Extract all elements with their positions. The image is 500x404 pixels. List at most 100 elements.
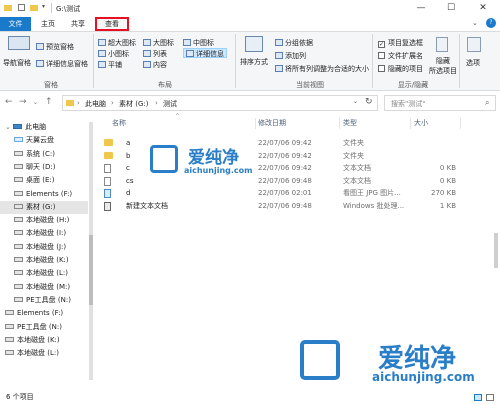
pane-group-label: 窗格 <box>44 81 58 89</box>
nav-item[interactable]: Elements (F:) <box>0 188 88 201</box>
nav-item[interactable]: 本地磁盘 (M:) <box>0 281 88 294</box>
forward-icon[interactable]: → <box>19 97 27 107</box>
column-type[interactable]: 类型 <box>343 117 357 130</box>
file-type: Windows 批处理... <box>343 201 405 210</box>
nav-item[interactable]: PE工具盘 (N:) <box>0 321 88 334</box>
file-row[interactable]: cs 22/07/06 09:48 文本文档 0 KB <box>100 175 460 187</box>
collapse-ribbon-icon[interactable]: ⌄ <box>472 19 478 27</box>
help-icon[interactable]: ? <box>486 18 496 28</box>
file-row[interactable]: 新建文本文档 22/07/06 09:48 Windows 批处理... 1 KB <box>100 200 460 212</box>
nav-item[interactable]: 本地磁盘 (L:) <box>0 347 88 360</box>
nav-scrollbar-thumb[interactable] <box>89 235 93 305</box>
nav-item[interactable]: 素材 (G:) <box>0 200 88 214</box>
minimize-button[interactable]: — <box>410 0 432 17</box>
breadcrumb-folder[interactable]: 测试 <box>163 99 177 109</box>
column-name[interactable]: 名称 <box>112 117 126 130</box>
nav-item-label: 此电脑 <box>25 123 47 131</box>
details-option[interactable]: 详细信息 <box>183 48 227 58</box>
item-checkbox-option[interactable]: ✓ 项目复选框 <box>378 38 423 48</box>
file-ext-option[interactable]: 文件扩展名 <box>378 51 423 61</box>
tab-file[interactable]: 文件 <box>0 17 31 31</box>
xl-icons-option[interactable]: 超大图标 <box>98 38 136 48</box>
nav-item[interactable]: 本地磁盘 (I:) <box>0 227 88 240</box>
content-option[interactable]: 内容 <box>143 60 167 70</box>
drive-icon <box>14 283 23 289</box>
nav-item[interactable]: ⌄ 此电脑 <box>0 121 88 134</box>
quick-access-checkbox-icon[interactable] <box>18 4 25 11</box>
nav-item-label: 本地磁盘 (H:) <box>26 216 70 225</box>
image-file-icon <box>104 189 111 198</box>
sort-button[interactable]: 排序方式 <box>240 57 268 67</box>
breadcrumb-sep: › <box>77 99 80 107</box>
back-icon[interactable]: ← <box>5 97 13 107</box>
nav-item[interactable]: 系统 (C:) <box>0 148 88 161</box>
nav-item[interactable]: 桌面 (E:) <box>0 174 88 187</box>
content-scrollbar[interactable] <box>494 233 498 268</box>
recent-dropdown-icon[interactable]: ⌄ <box>33 99 38 106</box>
file-size: 0 KB <box>439 164 456 172</box>
refresh-icon[interactable]: ↻ <box>365 97 373 107</box>
nav-item[interactable]: 本地磁盘 (J:) <box>0 241 88 254</box>
list-option[interactable]: 列表 <box>143 49 167 59</box>
drive-icon <box>14 270 23 276</box>
large-icons-view-icon[interactable] <box>486 394 494 401</box>
nav-item[interactable]: 天翼云盘 <box>0 134 88 147</box>
nav-item[interactable]: 本地磁盘 (L:) <box>0 267 88 280</box>
fit-columns-button[interactable]: 将所有列调整为合适的大小 <box>275 64 369 74</box>
folder-icon <box>4 5 12 11</box>
close-button[interactable]: ✕ <box>472 0 494 17</box>
file-row[interactable]: c 22/07/06 09:42 文本文档 0 KB <box>100 162 460 174</box>
search-input[interactable]: 搜索"测试" <box>391 99 425 109</box>
drive-icon <box>14 257 23 262</box>
nav-item[interactable]: 本地磁盘 (K:) <box>0 254 88 267</box>
search-box[interactable]: 搜索"测试" ⌕ <box>384 95 496 111</box>
address-bar[interactable]: › 此电脑 › 素材 (G:) › 测试 ⌄ ↻ <box>62 95 378 111</box>
drive-icon <box>5 336 14 342</box>
checkbox-icon <box>378 52 385 59</box>
drive-icon <box>5 310 14 316</box>
tab-home[interactable]: 主页 <box>34 17 62 31</box>
expand-chevron-icon[interactable]: ⌄ <box>5 123 13 131</box>
nav-item[interactable]: Elements (F:) <box>0 307 88 320</box>
hide-selected-icon <box>436 37 448 52</box>
column-size[interactable]: 大小 <box>414 117 428 130</box>
column-date[interactable]: 修改日期 <box>258 117 286 130</box>
nav-pane-button[interactable]: 导航窗格 <box>3 58 31 68</box>
file-row[interactable]: b 22/07/06 09:42 文件夹 <box>100 150 460 162</box>
group-by-button[interactable]: 分组依据 <box>275 38 313 48</box>
tab-view[interactable]: 查看 <box>95 17 129 31</box>
medium-icons-option[interactable]: 中图标 <box>183 38 214 48</box>
large-icons-option[interactable]: 大图标 <box>143 38 174 48</box>
address-dropdown-icon[interactable]: ⌄ <box>353 98 358 105</box>
breadcrumb-drive[interactable]: 素材 (G:) <box>119 99 148 109</box>
window-title: G:\测试 <box>56 5 81 13</box>
maximize-button[interactable]: ☐ <box>440 0 462 17</box>
options-button[interactable]: 选项 <box>466 58 480 68</box>
details-pane-button[interactable]: 详细信息窗格 <box>36 59 88 69</box>
show-hide-group-label: 显示/隐藏 <box>397 81 429 89</box>
hide-selected-button[interactable]: 隐藏 <box>436 56 450 66</box>
add-column-button[interactable]: 添加列 <box>275 51 306 61</box>
tiles-option[interactable]: 平铺 <box>98 60 122 70</box>
tab-share[interactable]: 共享 <box>64 17 92 31</box>
nav-item[interactable]: 本地磁盘 (K:) <box>0 334 88 347</box>
file-row[interactable]: d 22/07/06 02:01 看图王 JPG 图片... 270 KB <box>100 187 460 199</box>
file-name: a <box>126 139 131 147</box>
quick-access-folder-icon[interactable] <box>30 5 38 11</box>
drive-icon <box>14 243 23 249</box>
nav-item[interactable]: 本地磁盘 (H:) <box>0 214 88 227</box>
details-view-icon[interactable] <box>474 394 482 401</box>
sort-arrow-icon: ^ <box>175 113 181 120</box>
watermark-bottom: 爱纯净 aichunjing.com <box>300 340 500 390</box>
preview-pane-button[interactable]: 预览窗格 <box>36 42 74 52</box>
drive-icon <box>14 163 23 169</box>
nav-item[interactable]: PE工具盘 (N:) <box>0 294 88 307</box>
hidden-items-option[interactable]: 隐藏的项目 <box>378 64 423 74</box>
file-row[interactable]: a 22/07/06 09:42 文件夹 <box>100 137 460 149</box>
up-icon[interactable]: ↑ <box>45 97 53 107</box>
quick-access-dropdown-icon[interactable]: ▾ <box>42 3 45 10</box>
nav-item[interactable]: 聊天 (D:) <box>0 161 88 174</box>
breadcrumb-this-pc[interactable]: 此电脑 <box>85 99 106 109</box>
small-icons-option[interactable]: 小图标 <box>98 49 129 59</box>
sort-icon <box>245 36 263 52</box>
